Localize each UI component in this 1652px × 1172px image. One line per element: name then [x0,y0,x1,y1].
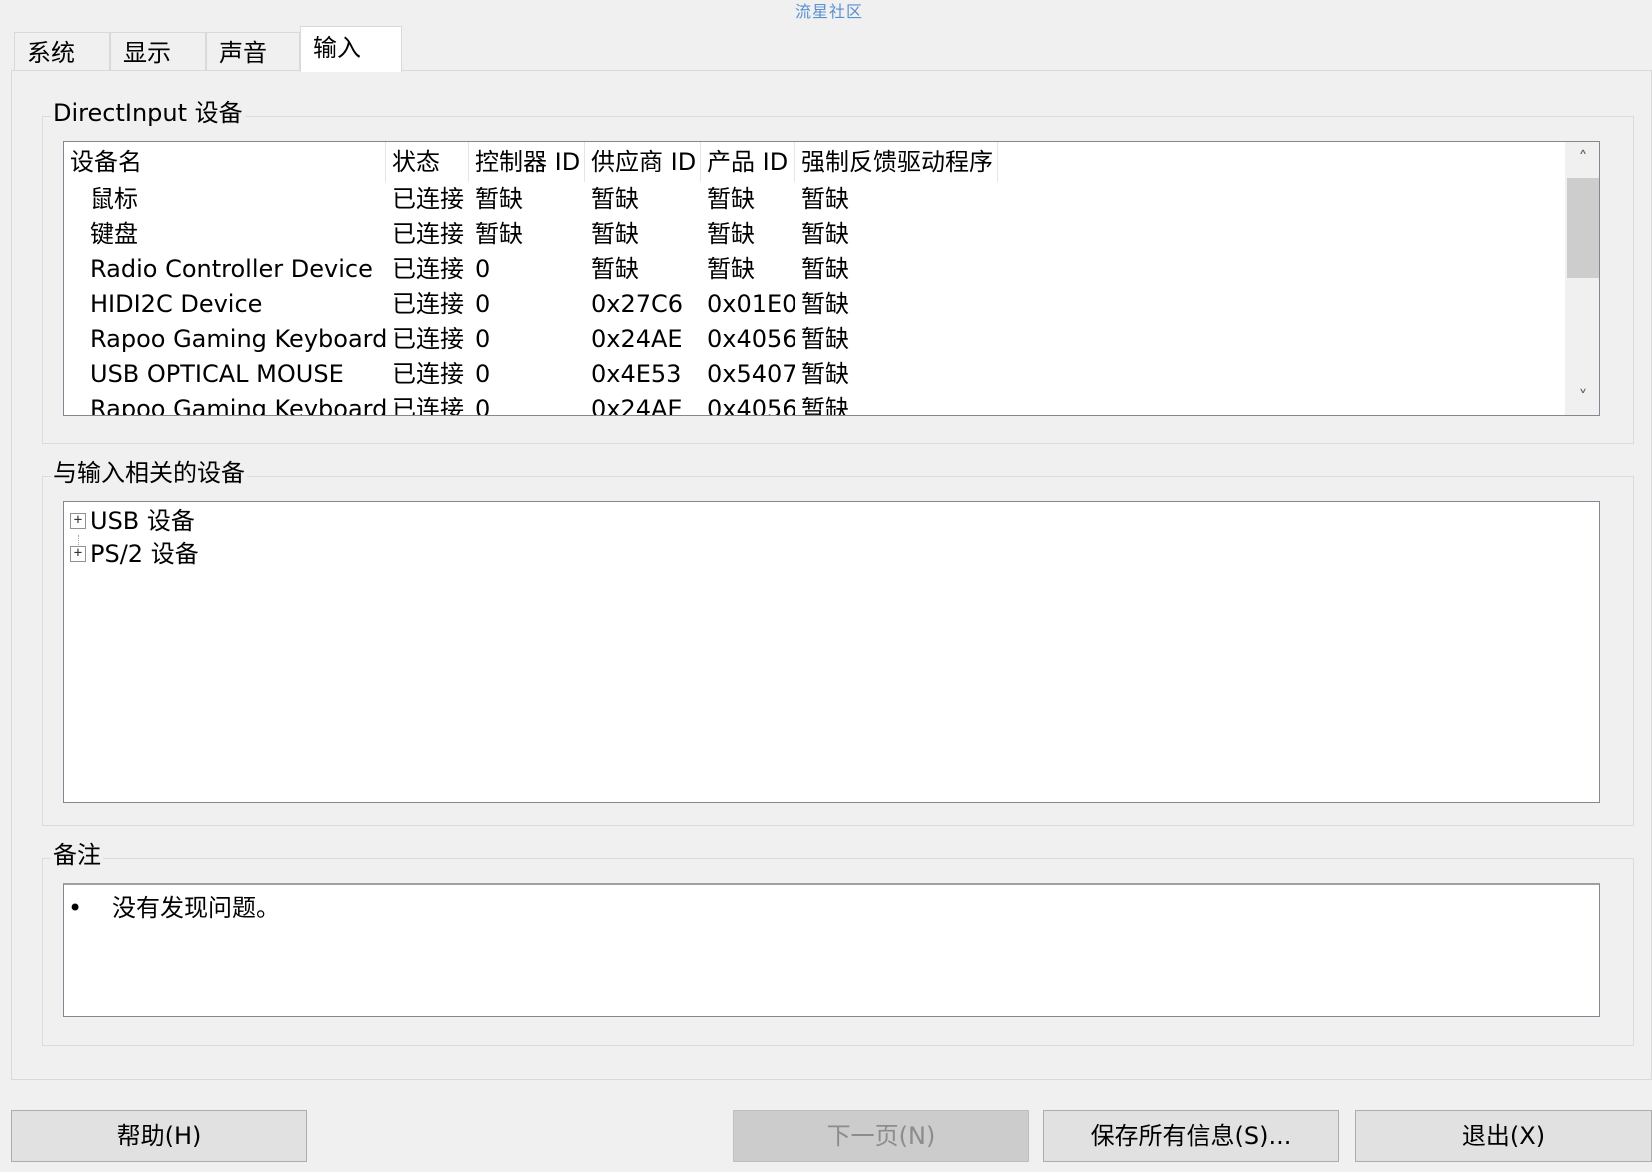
next-page-button[interactable]: 下一页(N) [733,1110,1029,1162]
column-ff-driver[interactable]: 强制反馈驱动程序 [795,142,998,182]
directinput-list[interactable]: 设备名 状态 控制器 ID 供应商 ID 产品 ID 强制反馈驱动程序 鼠标已连… [63,141,1600,416]
ff-driver-cell: 暂缺 [801,290,849,318]
product-id-cell: 0x5407 [707,360,795,388]
status-cell: 已连接 [392,395,464,416]
tab-sound[interactable]: 声音 [206,32,300,72]
status-cell: 已连接 [392,255,464,283]
controller-id-cell: 0 [475,325,491,353]
bullet-icon: • [68,894,83,922]
related-devices-tree[interactable]: + USB 设备 + PS/2 设备 [63,501,1600,803]
related-devices-group: 与输入相关的设备 + USB 设备 + PS/2 设备 [42,458,1634,826]
list-item[interactable]: HIDI2C Device 已连接 0 0x27C6 0x01E0 暂缺 [64,287,1599,322]
note-line: • 没有发现问题。 [68,893,280,923]
tab-input[interactable]: 输入 [300,26,402,72]
ff-driver-cell: 暂缺 [801,325,849,353]
vendor-id-cell: 暂缺 [591,220,639,248]
vendor-id-cell: 0x24AE [591,395,683,416]
chevron-up-icon[interactable]: ˄ [1566,142,1599,176]
product-id-cell: 暂缺 [707,255,755,283]
product-id-cell: 暂缺 [707,185,755,213]
controller-id-cell: 0 [475,395,491,416]
expand-icon[interactable]: + [70,513,86,529]
list-item[interactable]: Rapoo Gaming Keyboard 已连接 0 0x24AE 0x4056 暂缺 [64,392,1599,416]
device-name-cell: Rapoo Gaming Keyboard [90,395,386,416]
device-name-cell: 鼠标 [90,185,138,213]
status-cell: 已连接 [392,325,464,353]
status-cell: 已连接 [392,185,464,213]
ff-driver-cell: 暂缺 [801,360,849,388]
watermark: 流星社区 [795,2,864,21]
note-text: 没有发现问题。 [112,894,280,922]
exit-button[interactable]: 退出(X) [1355,1110,1652,1162]
ff-driver-cell: 暂缺 [801,185,849,213]
tab-display[interactable]: 显示 [110,32,206,72]
list-body: 鼠标 已连接 暂缺 暂缺 暂缺 暂缺 键盘 已连接 暂缺 暂缺 暂缺 暂缺 Radio Controll… [64,182,1599,416]
controller-id-cell: 0 [475,290,491,318]
controller-id-cell: 0 [475,360,491,388]
product-id-cell: 0x01E0 [707,290,795,318]
tree-item-ps2[interactable]: + PS/2 设备 [70,537,199,571]
device-name-cell: 键盘 [90,220,138,248]
controller-id-cell: 暂缺 [475,220,523,248]
list-header: 设备名 状态 控制器 ID 供应商 ID 产品 ID 强制反馈驱动程序 [64,142,1599,182]
notes-title: 备注 [51,840,103,870]
list-item[interactable]: 鼠标 已连接 暂缺 暂缺 暂缺 暂缺 [64,182,1599,217]
list-item[interactable]: USB OPTICAL MOUSE 已连接 0 0x4E53 0x5407 暂缺 [64,357,1599,392]
controller-id-cell: 0 [475,255,491,283]
status-cell: 已连接 [392,360,464,388]
notes-group: 备注 • 没有发现问题。 [42,840,1634,1046]
ff-driver-cell: 暂缺 [801,395,849,416]
ff-driver-cell: 暂缺 [801,255,849,283]
ff-driver-cell: 暂缺 [801,220,849,248]
directinput-title: DirectInput 设备 [51,98,245,128]
vendor-id-cell: 暂缺 [591,255,639,283]
list-item[interactable]: Radio Controller Device 已连接 0 暂缺 暂缺 暂缺 [64,252,1599,287]
tab-bar: 系统 显示 声音 输入 [14,26,402,72]
status-cell: 已连接 [392,220,464,248]
list-item[interactable]: Rapoo Gaming Keyboard 已连接 0 0x24AE 0x4056 暂缺 [64,322,1599,357]
tree-item-label: USB 设备 [90,507,195,535]
product-id-cell: 0x4056 [707,395,795,416]
device-name-cell: Radio Controller Device [90,255,373,283]
column-device-name[interactable]: 设备名 [64,142,386,182]
column-controller-id[interactable]: 控制器 ID [469,142,585,182]
save-all-info-button[interactable]: 保存所有信息(S)... [1043,1110,1339,1162]
directinput-group: DirectInput 设备 设备名 状态 控制器 ID 供应商 ID 产品 I… [42,98,1634,444]
chevron-down-icon[interactable]: ˅ [1566,381,1599,415]
device-name-cell: HIDI2C Device [90,290,263,318]
column-vendor-id[interactable]: 供应商 ID [585,142,701,182]
product-id-cell: 0x4056 [707,325,795,353]
column-product-id[interactable]: 产品 ID [701,142,795,182]
notes-box: • 没有发现问题。 [63,883,1600,1017]
column-status[interactable]: 状态 [386,142,469,182]
vendor-id-cell: 暂缺 [591,185,639,213]
device-name-cell: Rapoo Gaming Keyboard [90,325,386,353]
scrollbar-thumb[interactable] [1567,178,1599,278]
vendor-id-cell: 0x4E53 [591,360,682,388]
vendor-id-cell: 0x27C6 [591,290,684,318]
expand-icon[interactable]: + [70,546,86,562]
vertical-scrollbar[interactable]: ˄ ˅ [1565,142,1599,415]
related-devices-title: 与输入相关的设备 [51,458,247,488]
list-item[interactable]: 键盘 已连接 暂缺 暂缺 暂缺 暂缺 [64,217,1599,252]
device-name-cell: USB OPTICAL MOUSE [90,360,344,388]
controller-id-cell: 暂缺 [475,185,523,213]
tree-item-label: PS/2 设备 [90,540,199,568]
product-id-cell: 暂缺 [707,220,755,248]
status-cell: 已连接 [392,290,464,318]
tab-panel: DirectInput 设备 设备名 状态 控制器 ID 供应商 ID 产品 I… [11,70,1652,1080]
tree-item-usb[interactable]: + USB 设备 [70,504,195,538]
help-button[interactable]: 帮助(H) [11,1110,307,1162]
vendor-id-cell: 0x24AE [591,325,683,353]
tab-system[interactable]: 系统 [14,32,110,72]
